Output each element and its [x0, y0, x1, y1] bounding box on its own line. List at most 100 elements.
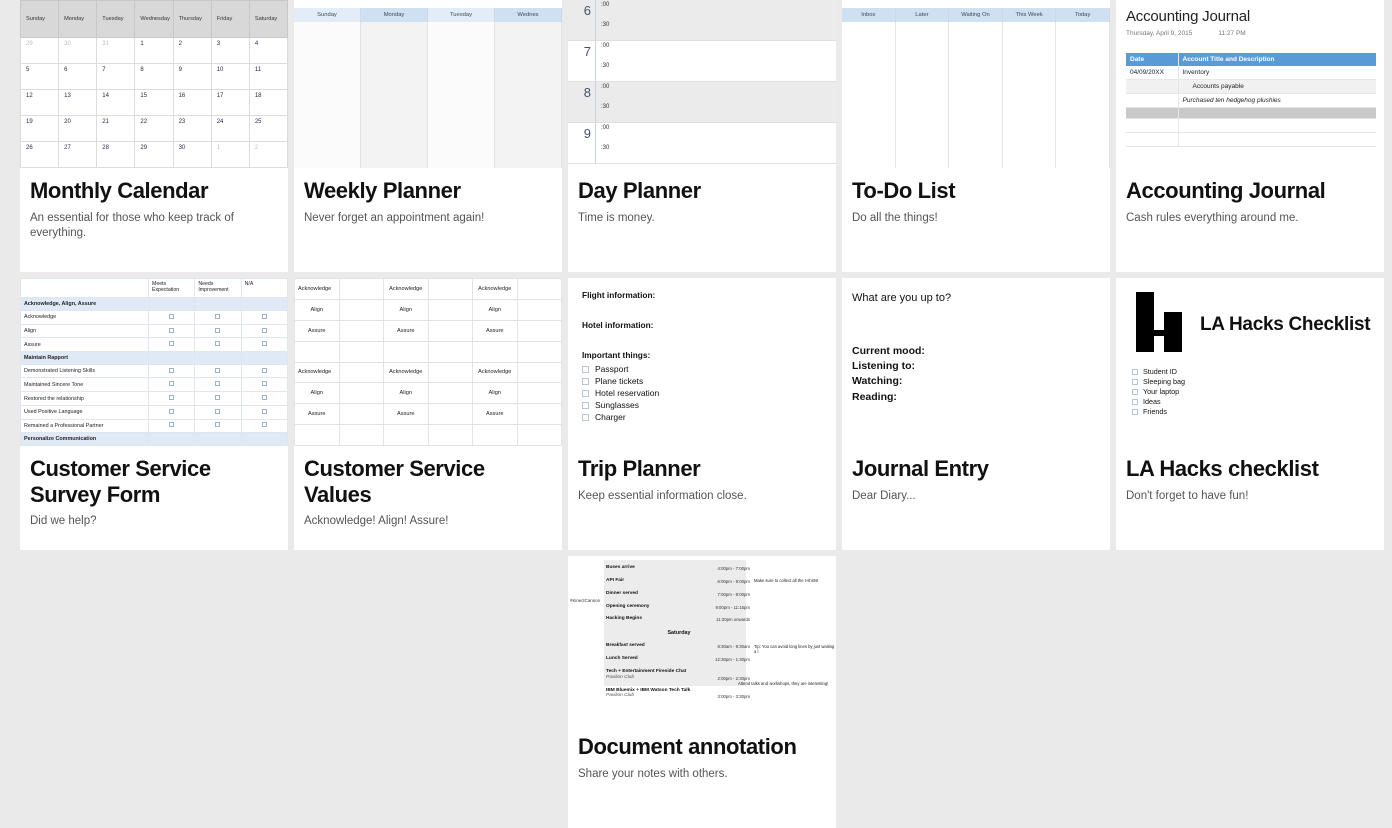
la-hacks-doc: LA Hacks Checklist Student ID Sleeping b… — [1116, 278, 1384, 416]
checkbox-icon[interactable] — [169, 313, 175, 319]
checkbox-icon[interactable] — [169, 395, 175, 401]
checkbox-cell[interactable] — [147, 310, 196, 325]
template-card-trip-planner[interactable]: Flight information: Hotel information: I… — [568, 278, 836, 550]
checklist-item[interactable]: Plane tickets — [582, 376, 826, 386]
checkbox-cell[interactable] — [194, 310, 242, 325]
slot-label: :00 — [601, 43, 610, 49]
checkbox-icon[interactable] — [215, 341, 221, 347]
week-column-body — [495, 22, 562, 168]
template-card-todo-list[interactable]: Inbox Later Waiting On This Week Today T… — [842, 0, 1110, 272]
checklist-item[interactable]: Sunglasses — [582, 400, 826, 410]
checkbox-icon[interactable] — [261, 395, 267, 401]
checklist-item[interactable]: Charger — [582, 412, 826, 422]
week-column-bodies — [294, 22, 562, 168]
checkbox-icon[interactable] — [582, 365, 589, 373]
checkbox-cell[interactable] — [240, 418, 288, 434]
journal-entry-form: What are you up to? Current mood: Listen… — [842, 278, 1110, 405]
checkbox-icon[interactable] — [261, 313, 267, 319]
table-row — [1126, 107, 1376, 119]
checkbox-icon[interactable] — [261, 327, 267, 333]
template-card-document-annotation[interactable]: #KinectCannon Buses arrive 4:00pm - 7:00… — [568, 556, 836, 828]
checkbox-icon[interactable] — [1132, 408, 1138, 415]
checkbox-cell[interactable] — [147, 363, 196, 379]
template-card-monthly-calendar[interactable]: Sunday Monday Tuesday Wednesday Thursday… — [20, 0, 288, 272]
checkbox-icon[interactable] — [582, 377, 589, 385]
checklist-item[interactable]: Student ID — [1132, 367, 1374, 376]
checkbox-cell[interactable] — [240, 391, 288, 406]
checkbox-cell[interactable] — [194, 391, 242, 406]
checkbox-icon[interactable] — [169, 408, 175, 414]
checkbox-cell[interactable] — [240, 337, 288, 353]
checkbox-icon[interactable] — [1132, 388, 1138, 395]
template-card-accounting-journal[interactable]: Accounting Journal Thursday, April 9, 20… — [1116, 0, 1384, 272]
checkbox-cell[interactable] — [194, 404, 242, 420]
schedule-row: Dinner served 7:00pm - 8:00pm — [604, 588, 754, 601]
checkbox-icon[interactable] — [215, 408, 221, 414]
checkbox-icon[interactable] — [215, 367, 221, 373]
checkbox-cell[interactable] — [147, 418, 196, 434]
template-card-la-hacks-checklist[interactable]: LA Hacks Checklist Student ID Sleeping b… — [1116, 278, 1384, 550]
checklist-item[interactable]: Your laptop — [1132, 387, 1374, 396]
checkbox-icon[interactable] — [169, 367, 175, 373]
template-card-day-planner[interactable]: 6 :00 :30 7 :00 :30 8:00:30 9:00:30 … — [568, 0, 836, 272]
checkbox-icon[interactable] — [261, 408, 267, 414]
checkbox-icon[interactable] — [261, 422, 267, 428]
checkbox-cell[interactable] — [194, 323, 242, 339]
checkbox-cell[interactable] — [194, 337, 242, 353]
checkbox-cell[interactable] — [147, 391, 196, 406]
table-row: Align — [20, 323, 288, 339]
checklist-item[interactable]: Sleeping bag — [1132, 377, 1374, 386]
checkbox-icon[interactable] — [169, 422, 175, 428]
template-card-weekly-planner[interactable]: Sunday Monday Tuesday Wednes Weekly Plan… — [294, 0, 562, 272]
checkbox-icon[interactable] — [215, 313, 221, 319]
checkbox-icon[interactable] — [169, 327, 175, 333]
checkbox-cell[interactable] — [147, 323, 196, 339]
checkbox-cell[interactable] — [240, 363, 288, 379]
template-card-customer-service-survey-form[interactable]: Meets Expectation Needs Improvement N/A … — [20, 278, 288, 550]
checkbox-cell[interactable] — [147, 377, 196, 393]
section-spacer — [147, 432, 196, 446]
checkbox-icon[interactable] — [215, 327, 221, 333]
table-row — [294, 424, 562, 446]
checkbox-cell[interactable] — [147, 337, 196, 353]
checklist-item[interactable]: Ideas — [1132, 397, 1374, 406]
checkbox-cell[interactable] — [147, 404, 196, 420]
checkbox-icon[interactable] — [261, 367, 267, 373]
checkbox-icon[interactable] — [215, 395, 221, 401]
checkbox-icon[interactable] — [215, 381, 221, 387]
checkbox-cell[interactable] — [240, 323, 288, 339]
checkbox-cell[interactable] — [194, 418, 242, 434]
event-time: 8:30am - 9:30am — [717, 644, 750, 650]
checkbox-icon[interactable] — [261, 381, 267, 387]
card-meta: LA Hacks checklist Don't forget to have … — [1116, 446, 1384, 504]
checkbox-icon[interactable] — [582, 413, 589, 421]
kanban-column-body — [1056, 22, 1110, 168]
checklist-item[interactable]: Passport — [582, 364, 826, 374]
table-row: Align Align Align — [294, 298, 562, 321]
checkbox-icon[interactable] — [261, 341, 267, 347]
checkbox-icon[interactable] — [169, 381, 175, 387]
journal-doc: Accounting Journal Thursday, April 9, 20… — [1116, 0, 1384, 168]
checklist-item[interactable]: Hotel reservation — [582, 388, 826, 398]
checkbox-icon[interactable] — [1132, 378, 1138, 385]
kanban-column-body — [842, 22, 896, 168]
checkbox-icon[interactable] — [582, 401, 589, 409]
checkbox-icon[interactable] — [582, 389, 589, 397]
event-location: Pavilion Club — [606, 674, 634, 680]
checkbox-cell[interactable] — [194, 363, 242, 379]
checkbox-icon[interactable] — [215, 422, 221, 428]
checkbox-cell[interactable] — [240, 377, 288, 393]
checklist-item[interactable]: Friends — [1132, 407, 1374, 416]
value-cell: Acknowledge — [294, 278, 340, 300]
checkbox-cell[interactable] — [194, 377, 242, 393]
checkbox-icon[interactable] — [1132, 398, 1138, 405]
value-cell: Assure — [383, 319, 429, 342]
checkbox-cell[interactable] — [240, 404, 288, 420]
checkbox-icon[interactable] — [1132, 368, 1138, 375]
checkbox-cell[interactable] — [240, 310, 288, 325]
template-card-journal-entry[interactable]: What are you up to? Current mood: Listen… — [842, 278, 1110, 550]
weekday-header: Saturday — [248, 0, 288, 38]
value-cell: Acknowledge — [383, 278, 429, 300]
template-card-customer-service-values[interactable]: Acknowledge Acknowledge Acknowledge Alig… — [294, 278, 562, 550]
checkbox-icon[interactable] — [169, 341, 175, 347]
